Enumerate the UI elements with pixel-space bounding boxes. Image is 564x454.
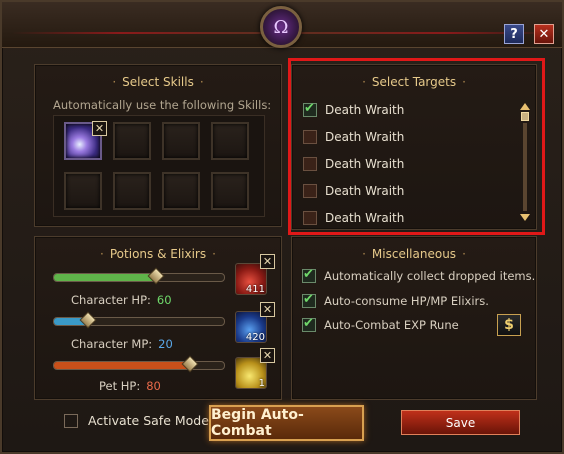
red-potion-icon[interactable]: ✕ 411	[235, 254, 275, 295]
close-button[interactable]: ✕	[534, 24, 554, 44]
slider-knob[interactable]	[147, 267, 165, 285]
remove-potion-icon[interactable]: ✕	[260, 302, 275, 317]
pet-hp-value: 80	[146, 379, 161, 393]
potion-count: 1	[258, 378, 265, 389]
pet-hp-slider[interactable]	[53, 355, 225, 373]
save-button[interactable]: Save	[401, 410, 520, 435]
skills-title: Select Skills	[35, 75, 281, 89]
misc-option[interactable]: Automatically collect dropped items.	[302, 267, 536, 283]
begin-auto-combat-button[interactable]: Begin Auto-Combat	[209, 405, 364, 441]
character-mp-label: Character MP: 20	[71, 337, 173, 351]
safe-mode-label: Activate Safe Mode.	[88, 413, 213, 428]
slider-knob[interactable]	[181, 355, 199, 373]
misc-option[interactable]: Auto-consume HP/MP Elixirs.	[302, 292, 489, 308]
remove-potion-icon[interactable]: ✕	[260, 348, 275, 363]
misc-option[interactable]: Auto-Combat EXP Rune	[302, 316, 459, 332]
character-mp-value: 20	[158, 337, 173, 351]
character-mp-slider[interactable]	[53, 311, 225, 329]
help-button[interactable]: ?	[504, 24, 524, 44]
skills-grid: ✕	[53, 115, 265, 217]
auto-consume-checkbox[interactable]	[302, 292, 316, 308]
skills-subtitle: Automatically use the following Skills:	[53, 98, 272, 112]
character-hp-value: 60	[156, 293, 172, 307]
skill-slot-8[interactable]	[211, 172, 249, 210]
misc-option-label: Automatically collect dropped items.	[324, 269, 536, 283]
remove-skill-icon[interactable]: ✕	[92, 121, 107, 136]
character-hp-label: Character HP: 60	[71, 293, 172, 307]
yellow-elixir-icon[interactable]: ✕ 1	[235, 348, 275, 389]
blue-potion-icon[interactable]: ✕ 420	[235, 302, 275, 343]
misc-title: Miscellaneous	[292, 247, 536, 261]
slider-fill	[54, 274, 156, 281]
safe-mode-checkbox[interactable]	[64, 413, 78, 428]
guild-emblem-icon: Ω	[260, 6, 302, 48]
miscellaneous-panel: Miscellaneous Automatically collect drop…	[291, 236, 537, 400]
misc-option-label: Auto-Combat EXP Rune	[324, 318, 459, 332]
potions-panel: Potions & Elixirs Character HP:60 Charac…	[34, 236, 282, 400]
potion-count: 411	[245, 284, 265, 295]
character-hp-slider[interactable]	[53, 267, 225, 285]
targets-highlight-box	[288, 58, 545, 235]
skill-slot-7[interactable]	[162, 172, 200, 210]
auto-combat-window: Ω ? ✕ Select Skills Automatically use th…	[0, 0, 564, 454]
select-skills-panel: Select Skills Automatically use the foll…	[34, 64, 282, 227]
potion-count: 420	[245, 332, 265, 343]
skill-slot-1[interactable]: ✕	[64, 121, 107, 160]
slider-fill	[54, 362, 190, 369]
remove-potion-icon[interactable]: ✕	[260, 254, 275, 269]
skill-slot-2[interactable]	[113, 122, 151, 160]
skill-slot-6[interactable]	[113, 172, 151, 210]
shop-dollar-icon[interactable]: $	[497, 314, 521, 336]
safe-mode-option[interactable]: Activate Safe Mode.	[64, 413, 213, 428]
skill-slot-5[interactable]	[64, 172, 102, 210]
misc-option-label: Auto-consume HP/MP Elixirs.	[324, 294, 489, 308]
potions-title: Potions & Elixirs	[35, 247, 281, 261]
skill-slot-3[interactable]	[162, 122, 200, 160]
collect-items-checkbox[interactable]	[302, 267, 316, 283]
exp-rune-checkbox[interactable]	[302, 316, 316, 332]
pet-hp-label: Pet HP: 80	[99, 379, 161, 393]
skill-slot-4[interactable]	[211, 122, 249, 160]
slider-knob[interactable]	[79, 311, 97, 329]
